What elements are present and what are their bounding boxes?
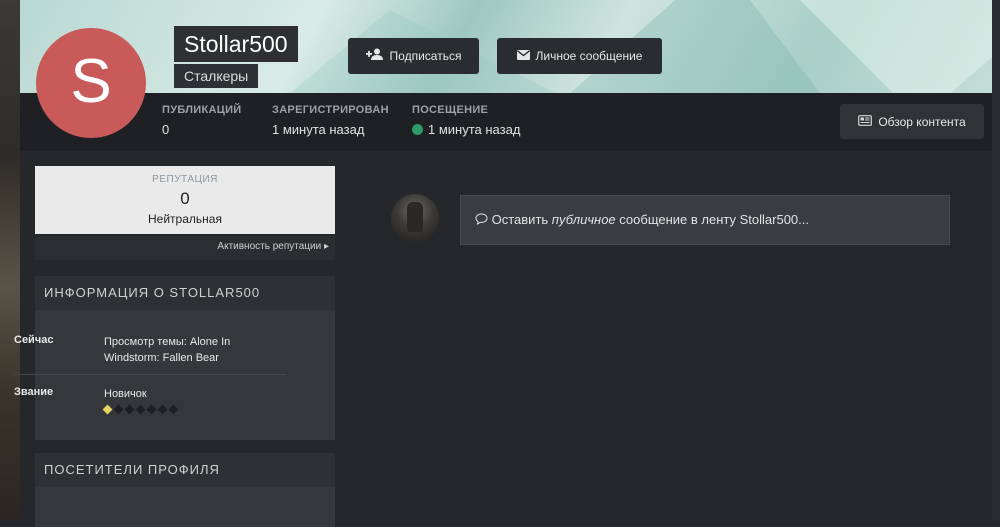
public-message-input[interactable]: Оставить публичное сообщение в ленту Sto… (460, 195, 950, 245)
stat-joined-value: 1 минута назад (272, 122, 365, 137)
reputation-value: 0 (180, 189, 190, 208)
rank-pip-icon (113, 404, 124, 415)
scrollbar-edge (992, 0, 1000, 520)
comment-icon (475, 212, 492, 227)
visitors-panel (35, 487, 335, 527)
content-overview-button[interactable]: Обзор контента (840, 104, 984, 139)
rank-pip-icon (102, 404, 113, 415)
private-message-button[interactable]: Личное сообщение (497, 38, 662, 74)
stat-posts-label: ПУБЛИКАЦИЙ (162, 104, 242, 116)
rank-pip-icon (168, 404, 179, 415)
stat-joined: ЗАРЕГИСТРИРОВАН 1 минута назад (272, 104, 389, 137)
follow-button-label: Подписаться (389, 49, 462, 63)
rank-pip-icon (135, 404, 146, 415)
envelope-icon (516, 38, 530, 74)
stat-posts: ПУБЛИКАЦИЙ 0 (162, 104, 242, 137)
info-rank-label: Звание (14, 386, 54, 398)
about-panel-title: ИНФОРМАЦИЯ О STOLLAR500 (35, 276, 335, 310)
stat-posts-value: 0 (162, 122, 170, 137)
info-divider (14, 374, 286, 375)
reputation-activity-link[interactable]: Активность репутации ▸ (35, 236, 335, 260)
stat-last-visit-label: ПОСЕЩЕНИЕ (412, 104, 489, 116)
profile-avatar[interactable]: S (36, 28, 146, 138)
about-panel (35, 310, 335, 440)
rank-pip-icon (146, 404, 157, 415)
rank-pips (102, 404, 264, 415)
content-overview-label: Обзор контента (878, 114, 966, 129)
caret-right-icon: ▸ (321, 241, 329, 252)
follow-button[interactable]: Подписаться (348, 38, 479, 74)
stat-joined-label: ЗАРЕГИСТРИРОВАН (272, 104, 389, 116)
info-now-label: Сейчас (14, 334, 54, 346)
stat-last-visit-value: 1 минута назад (412, 122, 520, 137)
rank-pip-icon (124, 404, 135, 415)
profile-group: Сталкеры (174, 64, 259, 88)
newspaper-icon (858, 104, 873, 140)
private-message-label: Личное сообщение (535, 49, 643, 63)
background-image-edge (0, 0, 20, 520)
visitors-panel-title: ПОСЕТИТЕЛИ ПРОФИЛЯ (35, 453, 335, 487)
user-plus-icon (365, 38, 384, 74)
current-user-avatar[interactable] (391, 194, 439, 242)
stat-last-visit: ПОСЕЩЕНИЕ 1 минута назад (412, 104, 520, 137)
reputation-box: РЕПУТАЦИЯ 0 Нейтральная (35, 166, 335, 234)
info-rank-value: Новичок (104, 388, 147, 400)
info-now-value[interactable]: Просмотр темы: Alone In Windstorm: Falle… (104, 334, 264, 366)
reputation-text: Нейтральная (148, 212, 222, 226)
online-status-icon (412, 124, 423, 135)
profile-username: Stollar500 (174, 26, 298, 62)
reputation-title: РЕПУТАЦИЯ (152, 174, 218, 185)
rank-pip-icon (157, 404, 168, 415)
